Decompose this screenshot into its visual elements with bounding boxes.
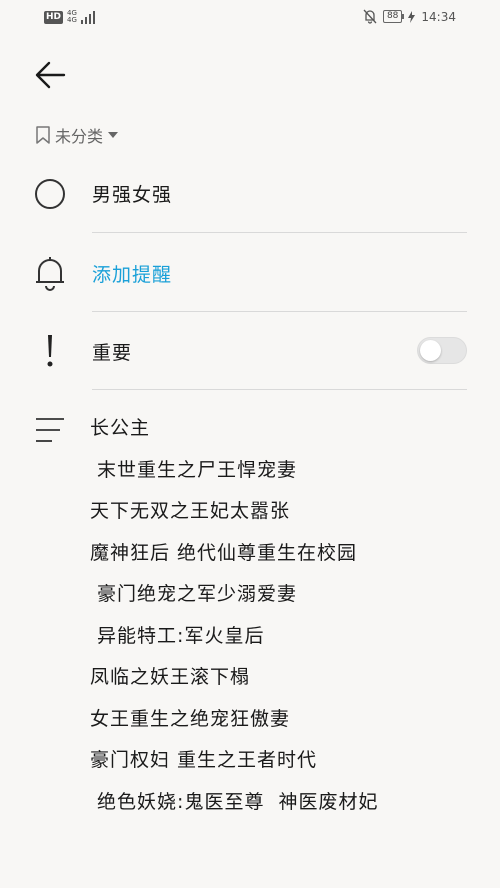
- signal-icon: [80, 10, 95, 24]
- task-title-row: 男强女强: [0, 170, 500, 218]
- reminder-icon-wrap: [34, 254, 66, 296]
- hd-icon: HD: [44, 10, 64, 24]
- toggle-knob: [420, 340, 441, 361]
- notes-lines-icon: [36, 418, 64, 442]
- bell-icon: [36, 257, 64, 291]
- task-title[interactable]: 男强女强: [92, 180, 172, 207]
- category-dropdown[interactable]: 未分类: [35, 123, 119, 147]
- note-line: 异能特工:军火皇后: [90, 624, 265, 647]
- notes-body[interactable]: 长公主 末世重生之尸王悍宠妻 天下无双之王妃太嚣张 魔神狂后 绝代仙尊重生在校园…: [90, 412, 490, 827]
- triangle-down-icon: [108, 132, 119, 138]
- bookmark-icon: [36, 126, 50, 144]
- important-toggle[interactable]: [417, 337, 467, 364]
- divider: [92, 389, 467, 390]
- network-sub: 4G: [67, 16, 77, 24]
- important-icon-wrap: [40, 332, 60, 376]
- charging-icon: [408, 10, 416, 23]
- important-label: 重要: [92, 342, 133, 364]
- status-left: HD 4G 4G: [44, 10, 97, 24]
- note-line: 天下无双之王妃太嚣张: [90, 500, 291, 522]
- add-reminder-label: 添加提醒: [92, 264, 173, 286]
- exclamation-icon: [47, 335, 53, 367]
- add-reminder-row[interactable]: 添加提醒: [0, 250, 500, 298]
- battery-icon: 88: [382, 10, 405, 23]
- note-line: 绝色妖娆:鬼医至尊 神医废材妃: [90, 790, 379, 813]
- complete-checkbox[interactable]: [30, 176, 70, 220]
- note-line: 豪门权妇 重生之王者时代: [90, 749, 318, 771]
- note-line: 凤临之妖王滚下榻: [90, 666, 251, 688]
- status-bar: HD 4G 4G 88 14:34: [0, 0, 500, 36]
- note-line: 长公主: [90, 417, 151, 439]
- divider: [92, 232, 467, 233]
- notes-icon-wrap: [34, 416, 66, 448]
- divider: [92, 311, 467, 312]
- back-button[interactable]: [30, 56, 70, 96]
- note-line: 末世重生之尸王悍宠妻: [90, 458, 298, 481]
- note-line: 豪门绝宠之军少溺爱妻: [90, 583, 298, 605]
- status-right: 88 14:34: [363, 9, 456, 24]
- note-line: 女王重生之绝宠狂傲妻: [90, 707, 291, 730]
- important-row: 重要: [0, 328, 500, 376]
- circle-icon: [35, 179, 65, 209]
- category-label: 未分类: [55, 127, 104, 146]
- network-indicator: 4G 4G: [67, 10, 77, 24]
- note-line: 魔神狂后 绝代仙尊重生在校园: [90, 541, 358, 564]
- arrow-left-icon: [35, 61, 66, 89]
- clock-time: 14:34: [421, 9, 456, 24]
- mute-icon: [363, 9, 377, 24]
